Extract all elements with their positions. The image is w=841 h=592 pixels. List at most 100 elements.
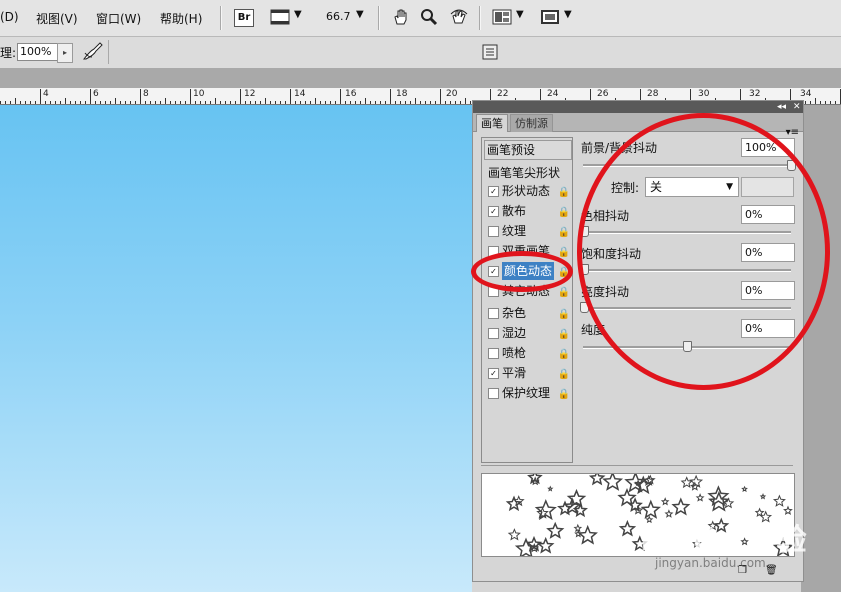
list-item-protect-texture[interactable]: 保护纹理 🔒 (488, 384, 570, 402)
ruler-tick (190, 89, 191, 104)
lock-icon[interactable]: 🔒 (558, 204, 570, 222)
ruler-label: 20 (446, 89, 458, 99)
lock-icon[interactable]: 🔒 (558, 284, 570, 302)
checkbox[interactable] (488, 328, 499, 339)
brush-tip-shape-item[interactable]: 画笔笔尖形状 (488, 164, 560, 181)
ruler-tick (405, 101, 406, 104)
film-strip-icon[interactable] (270, 8, 290, 29)
ruler-tick (455, 101, 456, 104)
tab-brush[interactable]: 画笔 (476, 114, 508, 132)
ruler-tick (300, 101, 301, 104)
menu-view[interactable]: 视图(V) (36, 10, 78, 27)
star-mark (536, 536, 555, 554)
ruler-tick (415, 98, 416, 104)
star-mark (689, 481, 700, 491)
checkbox[interactable] (488, 226, 499, 237)
item-label: 散布 (502, 204, 527, 218)
tab-clone-source[interactable]: 仿制源 (510, 114, 553, 132)
menu-help[interactable]: 帮助(H) (160, 10, 202, 27)
chevron-down-icon[interactable]: ▼ (356, 9, 364, 20)
ruler-tick (70, 101, 71, 104)
ruler-tick (170, 101, 171, 104)
ruler-tick (370, 101, 371, 104)
ruler-tick (250, 101, 251, 104)
zoom-tool-icon[interactable] (420, 8, 438, 29)
lock-icon[interactable]: 🔒 (558, 224, 570, 242)
ruler-tick (435, 101, 436, 104)
ruler-label: 12 (244, 89, 256, 99)
separator (479, 6, 480, 30)
chevron-down-icon[interactable]: ▼ (564, 9, 572, 20)
zoom-level[interactable]: 66.7 (326, 10, 351, 23)
ruler-tick (285, 101, 286, 104)
panel-title-bar[interactable]: ◂◂ ✕ (473, 101, 803, 113)
collapse-icon[interactable]: ◂◂ (777, 101, 786, 113)
list-item-wet-edges[interactable]: 湿边 🔒 (488, 324, 570, 342)
checkbox[interactable]: ✓ (488, 368, 499, 379)
ruler-tick (105, 101, 106, 104)
ruler-tick (50, 101, 51, 104)
menu-window[interactable]: 窗口(W) (96, 10, 141, 27)
ruler-tick (155, 101, 156, 104)
ruler-label: 30 (698, 89, 710, 99)
ruler-tick (220, 101, 221, 104)
close-icon[interactable]: ✕ (793, 101, 801, 113)
brush-presets-button[interactable]: 画笔预设 (484, 140, 572, 160)
ruler-tick (310, 101, 311, 104)
flow-stepper[interactable]: ▸ (57, 43, 73, 63)
list-item-noise[interactable]: 杂色 🔒 (488, 304, 570, 322)
lock-icon[interactable]: 🔒 (558, 184, 570, 202)
ruler-label: 6 (93, 89, 99, 99)
ruler-tick (80, 101, 81, 104)
document-canvas[interactable] (0, 105, 472, 592)
ruler-tick (150, 101, 151, 104)
ruler-tick (75, 101, 76, 104)
brush-panel-toggle-icon[interactable] (481, 43, 499, 64)
screen-mode-icon[interactable] (540, 8, 560, 29)
lock-icon[interactable]: 🔒 (558, 366, 570, 384)
bridge-icon[interactable]: Br (234, 9, 254, 27)
ruler-tick (280, 101, 281, 104)
lock-icon[interactable]: 🔒 (558, 306, 570, 324)
list-item-scattering[interactable]: ✓ 散布 🔒 (488, 202, 570, 220)
ruler-tick (45, 101, 46, 104)
chevron-down-icon[interactable]: ▼ (294, 9, 302, 20)
ruler-tick (275, 101, 276, 104)
ruler-label: 14 (294, 89, 306, 99)
delete-icon[interactable]: 🗑 (765, 565, 778, 576)
arrange-documents-icon[interactable] (492, 8, 512, 29)
list-item-smoothing[interactable]: ✓ 平滑 🔒 (488, 364, 570, 382)
hand-tool-icon[interactable] (392, 8, 410, 29)
airbrush-icon[interactable] (82, 41, 104, 64)
star-mark (741, 485, 748, 493)
checkbox[interactable]: ✓ (488, 186, 499, 197)
checkbox[interactable] (488, 348, 499, 359)
checkbox[interactable] (488, 308, 499, 319)
ruler-tick (140, 89, 141, 104)
chevron-down-icon[interactable]: ▼ (516, 9, 524, 20)
menu-select[interactable]: (D) (0, 10, 19, 24)
checkbox[interactable]: ✓ (488, 206, 499, 217)
list-item-airbrush[interactable]: 喷枪 🔒 (488, 344, 570, 362)
checkbox[interactable] (488, 388, 499, 399)
list-item-texture[interactable]: 纹理 🔒 (488, 222, 570, 240)
ruler-tick (465, 98, 466, 104)
ruler-label: 32 (749, 89, 761, 99)
lock-icon[interactable]: 🔒 (558, 326, 570, 344)
star-mark (680, 476, 693, 489)
ruler-tick (295, 101, 296, 104)
ruler-tick (225, 101, 226, 104)
list-item-shape-dynamics[interactable]: ✓ 形状动态 🔒 (488, 182, 570, 200)
star-mark (671, 497, 691, 516)
panel-menu-icon[interactable]: ▾≡ (786, 127, 799, 138)
divider (481, 465, 793, 466)
watermark-logo: Baidu 经验 (640, 523, 807, 558)
ruler-tick (325, 101, 326, 104)
ruler-tick (360, 101, 361, 104)
ruler-tick (365, 98, 366, 104)
rotate-view-icon[interactable] (449, 8, 469, 29)
ruler-tick (260, 101, 261, 104)
flow-input[interactable]: 100% (17, 43, 59, 61)
lock-icon[interactable]: 🔒 (558, 346, 570, 364)
lock-icon[interactable]: 🔒 (558, 386, 570, 404)
